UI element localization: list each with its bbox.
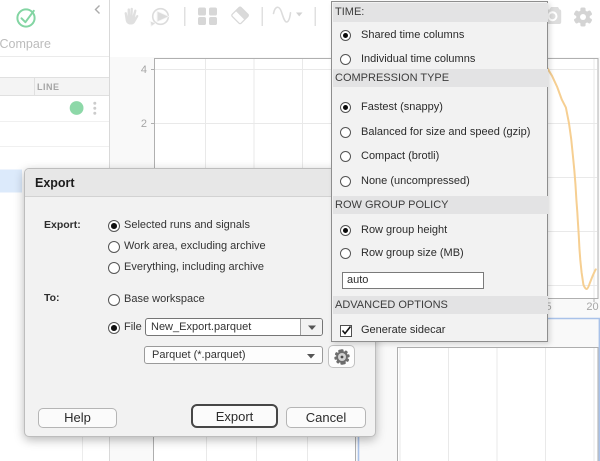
svg-text:20: 20 [586, 301, 598, 313]
svg-text:4: 4 [141, 64, 147, 76]
svg-text:2: 2 [141, 118, 147, 130]
svg-text:Compare: Compare [0, 37, 51, 51]
